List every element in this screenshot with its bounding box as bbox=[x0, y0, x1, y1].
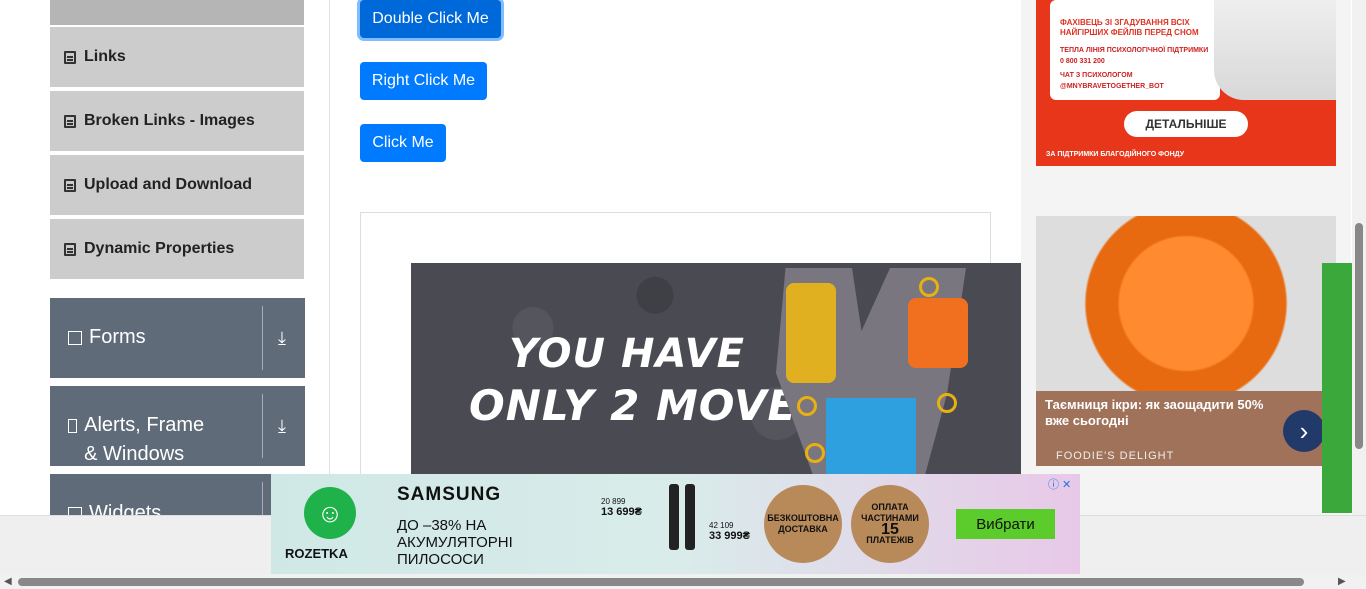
ad-choices-icon[interactable]: ⓘ ✕ bbox=[1048, 476, 1071, 492]
group-label-wrap: Alerts, Frame & Windows bbox=[68, 411, 218, 469]
rozetka-smile-icon: ☺ bbox=[304, 487, 356, 539]
group-label-wrap: Widgets bbox=[68, 499, 161, 515]
price-old: 42 109 bbox=[709, 521, 734, 530]
badge-number: 15 bbox=[881, 521, 899, 538]
samsung-brand: SAMSUNG bbox=[397, 484, 502, 505]
horizontal-scrollbar-thumb[interactable] bbox=[18, 578, 1304, 586]
scrollbar-corner bbox=[1352, 575, 1366, 589]
price-new: 13 699₴ bbox=[601, 506, 642, 518]
scroll-left-arrow-icon[interactable]: ◀ bbox=[4, 576, 12, 587]
price-new: 33 999₴ bbox=[709, 530, 750, 542]
person-photo bbox=[1214, 0, 1336, 100]
sidebar-item-dynamic-properties[interactable]: Dynamic Properties bbox=[50, 218, 304, 280]
caviar-ad[interactable]: Таємниця ікри: як заощадити 50% вже сьог… bbox=[1036, 216, 1336, 466]
sidebar-item-partial[interactable] bbox=[50, 0, 304, 26]
support-ad-chat: ЧАТ З ПСИХОЛОГОМ bbox=[1060, 72, 1133, 79]
sidebar-item-label: Broken Links - Images bbox=[84, 112, 255, 129]
widgets-icon bbox=[68, 507, 82, 515]
download-arrow-icon[interactable]: ⤓ bbox=[278, 416, 286, 437]
group-label: Alerts, Frame & Windows bbox=[84, 414, 205, 465]
sidebar-item-label: Dynamic Properties bbox=[84, 240, 235, 257]
pin-icon bbox=[797, 396, 817, 416]
sidebar: Links Broken Links - Images Upload and D… bbox=[29, 0, 330, 515]
support-ad-headline: ФАХІВЕЦЬ ЗІ ЗГАДУВАННЯ ВСІХ НАЙГІРШИХ ФЕ… bbox=[1060, 18, 1199, 37]
window-icon bbox=[68, 419, 78, 433]
rozetka-ad[interactable]: ☺ ROZETKA SAMSUNG ДО –38% НА АКУМУЛЯТОРН… bbox=[271, 474, 1080, 574]
download-arrow-icon[interactable]: ⤓ bbox=[278, 328, 286, 349]
sidebar-item-upload-download[interactable]: Upload and Download bbox=[50, 154, 304, 216]
support-ad-hotline: ТЕПЛА ЛІНІЯ ПСИХОЛОГІЧНОЇ ПІДТРИМКИ bbox=[1060, 47, 1209, 54]
group-label: Forms bbox=[89, 326, 146, 348]
free-delivery-badge: БЕЗКОШТОВНА ДОСТАВКА bbox=[764, 485, 842, 563]
details-button[interactable]: ДЕТАЛЬНІШЕ bbox=[1124, 111, 1248, 137]
html5-icon bbox=[64, 242, 76, 256]
group-alerts-frame-windows[interactable]: Alerts, Frame & Windows ⤓ bbox=[50, 386, 305, 466]
installments-badge: ОПЛАТА ЧАСТИНАМИ 15 ПЛАТЕЖІВ bbox=[851, 485, 929, 563]
caviar-ad-source: FOODIE'S DELIGHT bbox=[1056, 450, 1175, 462]
pin-icon bbox=[937, 393, 957, 413]
divider bbox=[262, 482, 263, 515]
divider bbox=[262, 306, 263, 370]
support-ad[interactable]: ФАХІВЕЦЬ ЗІ ЗГАДУВАННЯ ВСІХ НАЙГІРШИХ ФЕ… bbox=[1036, 0, 1336, 166]
html5-icon bbox=[64, 178, 76, 192]
price-old: 20 899 bbox=[601, 497, 626, 506]
support-ad-card: ФАХІВЕЦЬ ЗІ ЗГАДУВАННЯ ВСІХ НАЙГІРШИХ ФЕ… bbox=[1050, 0, 1220, 100]
side-ad-strip bbox=[1322, 263, 1352, 513]
game-ad-line2: ONLY 2 MOVES bbox=[469, 381, 829, 430]
game-ad[interactable]: YOU HAVE ONLY 2 MOVES bbox=[411, 263, 1021, 478]
sidebar-item-label: Upload and Download bbox=[84, 176, 252, 193]
horizontal-scrollbar[interactable]: ◀ ▶ bbox=[0, 575, 1352, 589]
next-arrow-icon[interactable]: › bbox=[1283, 410, 1325, 452]
vacuum-image bbox=[669, 484, 679, 550]
divider bbox=[262, 394, 263, 458]
sidebar-item-label: Links bbox=[84, 48, 126, 65]
group-widgets[interactable]: Widgets bbox=[50, 474, 305, 515]
rozetka-logo-text: ROZETKA bbox=[285, 546, 348, 561]
badge-bottom: ПЛАТЕЖІВ bbox=[866, 535, 914, 545]
pin-icon bbox=[805, 443, 825, 463]
gold-coins bbox=[786, 283, 836, 383]
choose-button[interactable]: Вибрати bbox=[956, 509, 1055, 539]
group-forms[interactable]: Forms ⤓ bbox=[50, 298, 305, 378]
support-ad-footer: ЗА ПІДТРИМКИ БЛАГОДІЙНОГО ФОНДУ bbox=[1046, 151, 1185, 158]
game-ad-line1: YOU HAVE bbox=[509, 331, 745, 377]
sidebar-item-links[interactable]: Links bbox=[50, 26, 304, 88]
rozetka-offer: ДО –38% НА АКУМУЛЯТОРНІ ПИЛОСОСИ bbox=[397, 517, 513, 568]
sidebar-item-broken-links[interactable]: Broken Links - Images bbox=[50, 90, 304, 152]
water bbox=[826, 398, 916, 478]
html5-icon bbox=[64, 50, 76, 64]
caviar-ad-title: Таємниця ікри: як заощадити 50% вже сьог… bbox=[1045, 397, 1264, 428]
html5-icon bbox=[64, 114, 76, 128]
scroll-right-arrow-icon[interactable]: ▶ bbox=[1338, 576, 1346, 587]
double-click-button[interactable]: Double Click Me bbox=[360, 0, 501, 38]
price-block-1: 20 899 13 699₴ bbox=[601, 497, 642, 518]
group-label-wrap: Forms bbox=[68, 323, 146, 352]
pin-icon bbox=[919, 277, 939, 297]
vertical-scrollbar-thumb[interactable] bbox=[1355, 223, 1363, 449]
form-icon bbox=[68, 331, 82, 345]
click-me-button[interactable]: Click Me bbox=[360, 124, 446, 162]
vacuum-image bbox=[685, 484, 695, 550]
vertical-scrollbar[interactable] bbox=[1352, 0, 1366, 575]
badge-text: БЕЗКОШТОВНА ДОСТАВКА bbox=[767, 513, 839, 534]
support-ad-bot: @MNYBRAVETOGETHER_BOT bbox=[1060, 83, 1164, 90]
price-block-2: 42 109 33 999₴ bbox=[709, 521, 750, 542]
group-label: Widgets bbox=[89, 502, 162, 515]
lava bbox=[908, 298, 968, 368]
support-ad-phone: 0 800 331 200 bbox=[1060, 58, 1105, 65]
right-click-button[interactable]: Right Click Me bbox=[360, 62, 487, 100]
